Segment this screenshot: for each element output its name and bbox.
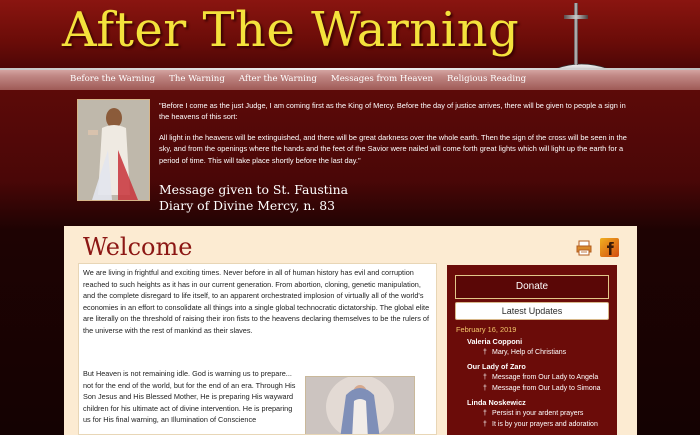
blessed-mother-image [305,376,415,434]
updates-list: Valeria Copponi † Mary, Help of Christian… [456,336,616,433]
quote-paragraph-1: "Before I come as the just Judge, I am c… [159,101,626,122]
update-item[interactable]: † Message from Our Lady to Simona [483,383,616,394]
latest-updates-button[interactable]: Latest Updates [455,302,609,320]
signature-line-2: Diary of Divine Mercy, n. 83 [159,197,335,213]
dagger-icon: † [483,385,487,392]
quote-text: "Before I come as the just Judge, I am c… [159,100,629,175]
print-icon[interactable] [576,240,592,256]
signature-line-1: Message given to St. Faustina [159,182,348,197]
update-item[interactable]: † It is by your prayers and adoration [483,419,616,430]
update-item-label: Persist in your ardent prayers [492,410,584,417]
nav-religious-reading[interactable]: Religious Reading [447,74,526,84]
dagger-icon: † [483,374,487,381]
nav-before-the-warning[interactable]: Before the Warning [70,74,155,84]
main-nav: Before the Warning The Warning After the… [70,74,540,84]
site-title[interactable]: After The Warning [62,2,519,58]
update-group-title[interactable]: Valeria Copponi [467,336,616,347]
update-group-title[interactable]: Our Lady of Zaro [467,361,616,372]
update-item-label: Message from Our Lady to Angela [492,374,599,381]
welcome-heading: Welcome [83,233,193,261]
update-item[interactable]: † Message from Our Lady to Angela [483,372,616,383]
divine-mercy-image [77,99,150,201]
update-item-label: Mary, Help of Christians [492,349,567,356]
nav-messages-from-heaven[interactable]: Messages from Heaven [331,74,433,84]
update-date: February 16, 2019 [456,325,517,334]
quote-paragraph-2: All light in the heavens will be extingu… [159,132,627,165]
update-group: Our Lady of Zaro † Message from Our Lady … [456,361,616,394]
update-item-label: Message from Our Lady to Simona [492,385,601,392]
facebook-icon[interactable] [600,238,619,257]
update-group: Valeria Copponi † Mary, Help of Christian… [456,336,616,358]
dagger-icon: † [483,410,487,417]
update-item[interactable]: † Mary, Help of Christians [483,347,616,358]
article-paragraph-1: We are living in frightful and exciting … [83,268,430,335]
update-group: Linda Noskewicz † Persist in your ardent … [456,397,616,430]
donate-button[interactable]: Donate [455,275,609,299]
update-item[interactable]: † Persist in your ardent prayers [483,408,616,419]
quote-signature: Message given to St. Faustina Diary of D… [159,182,348,213]
dagger-icon: † [483,421,487,428]
article-paragraph-2: But Heaven is not remaining idle. God is… [83,369,296,424]
update-item-label: It is by your prayers and adoration [492,421,598,428]
welcome-article: We are living in frightful and exciting … [78,263,437,435]
nav-after-the-warning[interactable]: After the Warning [239,74,317,84]
dagger-icon: † [483,349,487,356]
update-group-title[interactable]: Linda Noskewicz [467,397,616,408]
nav-the-warning[interactable]: The Warning [169,74,225,84]
